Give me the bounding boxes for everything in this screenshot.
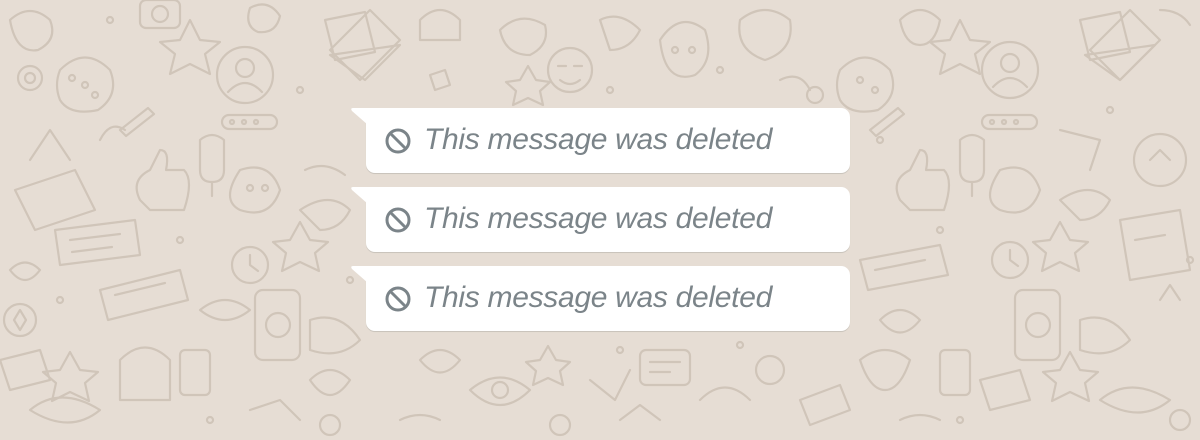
ban-icon — [385, 286, 411, 312]
deleted-message-text: This message was deleted — [424, 202, 772, 235]
deleted-message-bubble[interactable]: This message was deleted — [351, 108, 850, 173]
ban-icon — [385, 207, 411, 233]
bubble-tail — [351, 108, 368, 125]
deleted-message-bubble[interactable]: This message was deleted — [351, 266, 850, 331]
bubble-tail — [351, 266, 368, 283]
ban-icon — [385, 128, 411, 154]
deleted-message-text: This message was deleted — [424, 281, 772, 314]
bubble-tail — [351, 187, 368, 204]
deleted-message-text: This message was deleted — [424, 123, 772, 156]
deleted-message-bubble[interactable]: This message was deleted — [351, 187, 850, 252]
